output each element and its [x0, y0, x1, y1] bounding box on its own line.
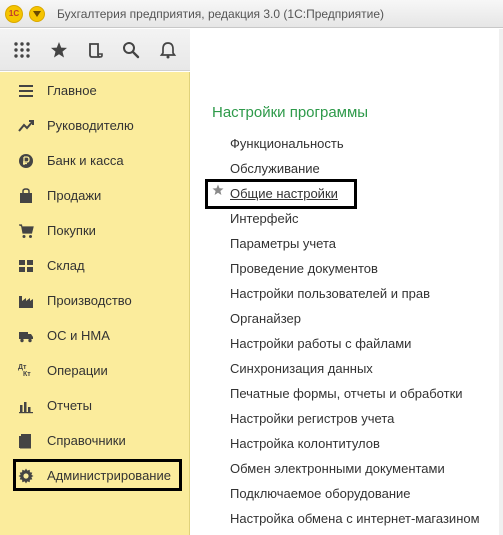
sidebar-item-label: Банк и касса	[47, 153, 124, 168]
link-print-forms[interactable]: Печатные формы, отчеты и обработки	[230, 386, 463, 401]
ruble-coin-icon	[18, 153, 34, 169]
star-icon[interactable]	[45, 36, 73, 64]
sidebar-item-manager[interactable]: Руководителю	[0, 108, 190, 143]
app-logo[interactable]: 1С	[5, 4, 23, 23]
bar-chart-icon	[18, 398, 34, 414]
link-interface[interactable]: Интерфейс	[230, 211, 298, 226]
sidebar-item-label: Склад	[47, 258, 85, 273]
main-menu-button[interactable]	[29, 5, 45, 22]
sidebar-item-sales[interactable]: Продажи	[0, 178, 190, 213]
cart-icon	[18, 223, 34, 239]
link-data-sync[interactable]: Синхронизация данных	[230, 361, 373, 376]
history-icon[interactable]	[81, 36, 109, 64]
window-title: Бухгалтерия предприятия, редакция 3.0 (1…	[57, 6, 385, 21]
factory-icon	[18, 293, 34, 309]
window-edge	[499, 29, 503, 535]
link-register-settings[interactable]: Настройки регистров учета	[230, 411, 394, 426]
link-maintenance[interactable]: Обслуживание	[230, 161, 320, 176]
apps-grid-icon[interactable]	[8, 36, 36, 64]
sidebar-item-label: Покупки	[47, 223, 96, 238]
link-connected-equipment[interactable]: Подключаемое оборудование	[230, 486, 411, 501]
sidebar-item-label: ОС и НМА	[47, 328, 110, 343]
kt-label: Кт	[23, 370, 31, 378]
sidebar-item-label: Справочники	[47, 433, 126, 448]
highlight-frame-administration	[13, 459, 182, 491]
window-titlebar: 1С Бухгалтерия предприятия, редакция 3.0…	[0, 0, 503, 28]
link-file-settings[interactable]: Настройки работы с файлами	[230, 336, 411, 351]
sidebar-item-reports[interactable]: Отчеты	[0, 388, 190, 423]
sidebar-item-label: Операции	[47, 363, 108, 378]
truck-icon	[18, 328, 34, 344]
sidebar-item-catalogs[interactable]: Справочники	[0, 423, 190, 458]
chevron-down-icon	[33, 10, 41, 17]
sidebar-item-operations[interactable]: Дт Кт Операции	[0, 353, 190, 388]
sidebar-item-label: Продажи	[47, 188, 102, 203]
link-headers-footers[interactable]: Настройка колонтитулов	[230, 436, 380, 451]
sidebar-item-label: Руководителю	[47, 118, 134, 133]
search-icon[interactable]	[117, 36, 145, 64]
shopping-bag-icon	[18, 187, 34, 204]
sidebar-item-warehouse[interactable]: Склад	[0, 248, 190, 283]
dt-kt-icon: Дт Кт	[18, 363, 34, 379]
dt-label: Дт	[18, 363, 27, 371]
link-accounting-parameters[interactable]: Параметры учета	[230, 236, 336, 251]
sidebar-item-label: Отчеты	[47, 398, 92, 413]
sidebar-item-bank[interactable]: Банк и касса	[0, 143, 190, 178]
highlight-frame-general-settings	[205, 179, 357, 209]
sidebar-item-purchases[interactable]: Покупки	[0, 213, 190, 248]
sidebar-item-fixed-assets[interactable]: ОС и НМА	[0, 318, 190, 353]
sidebar-item-production[interactable]: Производство	[0, 283, 190, 318]
link-organizer[interactable]: Органайзер	[230, 311, 301, 326]
bell-icon[interactable]	[154, 36, 182, 64]
sidebar-item-label: Главное	[47, 83, 97, 98]
link-online-store-exchange[interactable]: Настройка обмена с интернет-магазином	[230, 511, 480, 526]
link-users-and-rights[interactable]: Настройки пользователей и прав	[230, 286, 430, 301]
link-document-posting[interactable]: Проведение документов	[230, 261, 378, 276]
link-functionality[interactable]: Функциональность	[230, 136, 344, 151]
section-title: Настройки программы	[212, 104, 369, 121]
sidebar-item-main[interactable]: Главное	[0, 73, 190, 108]
menu-lines-icon	[18, 83, 34, 99]
trend-icon	[18, 118, 34, 134]
sections-toolbar	[0, 29, 190, 71]
books-icon	[18, 433, 34, 449]
sidebar-item-label: Производство	[47, 293, 132, 308]
warehouse-grid-icon	[18, 258, 34, 274]
link-edi-exchange[interactable]: Обмен электронными документами	[230, 461, 445, 476]
